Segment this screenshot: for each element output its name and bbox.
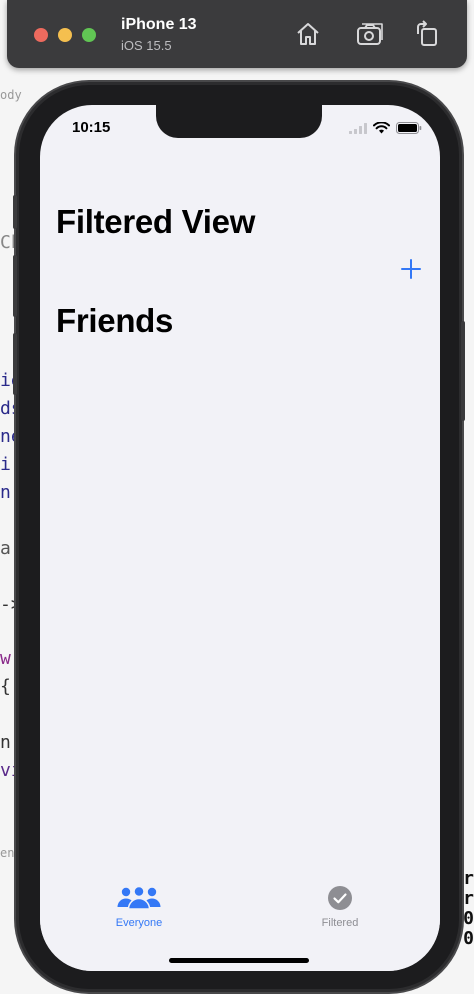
code-fragment: r xyxy=(463,868,474,889)
tab-filtered[interactable]: Filtered xyxy=(280,883,400,929)
checkmark-circle-fill-icon xyxy=(280,883,400,913)
tab-everyone[interactable]: Everyone xyxy=(79,883,199,929)
volume-up-button xyxy=(13,255,17,317)
notch xyxy=(156,105,322,138)
iphone-screen: 10:15 Filtered View Friends Everyone Fil… xyxy=(40,105,440,971)
code-fragment: i xyxy=(0,454,11,475)
code-fragment: { xyxy=(0,676,11,697)
wifi-icon xyxy=(373,121,390,139)
nav-title: Filtered View xyxy=(56,203,256,240)
section-title: Friends xyxy=(56,302,174,339)
status-icons xyxy=(349,121,422,139)
tab-bar: Everyone Filtered xyxy=(40,875,440,971)
cellular-signal-icon xyxy=(349,121,367,139)
code-fragment: 0 xyxy=(463,928,474,949)
person-3-fill-icon xyxy=(79,883,199,913)
home-icon[interactable] xyxy=(294,20,322,48)
zoom-window-button[interactable] xyxy=(82,28,96,42)
code-fragment: en xyxy=(0,846,15,860)
code-fragment: ody xyxy=(0,88,22,102)
iphone-frame: 10:15 Filtered View Friends Everyone Fil… xyxy=(13,85,465,989)
side-power-button xyxy=(461,321,465,421)
add-button[interactable] xyxy=(398,257,424,283)
home-indicator xyxy=(169,958,309,963)
tab-label-everyone: Everyone xyxy=(115,917,163,929)
close-window-button[interactable] xyxy=(34,28,48,42)
minimize-window-button[interactable] xyxy=(58,28,72,42)
code-fragment: 0 xyxy=(463,908,474,929)
status-time: 10:15 xyxy=(72,119,111,136)
code-fragment: r xyxy=(463,888,474,909)
simulator-titlebar: iPhone 13 iOS 15.5 xyxy=(7,0,467,68)
tab-label-filtered: Filtered xyxy=(321,917,359,929)
device-name: iPhone 13 xyxy=(121,16,197,33)
code-fragment: n xyxy=(0,482,11,503)
mute-switch xyxy=(13,195,17,229)
rotate-icon[interactable] xyxy=(413,20,441,48)
device-os-version: iOS 15.5 xyxy=(121,38,172,53)
battery-icon xyxy=(396,121,422,139)
volume-down-button xyxy=(13,333,17,395)
screenshot-icon[interactable] xyxy=(356,20,384,48)
plus-icon xyxy=(400,258,422,283)
code-fragment: w xyxy=(0,648,11,669)
